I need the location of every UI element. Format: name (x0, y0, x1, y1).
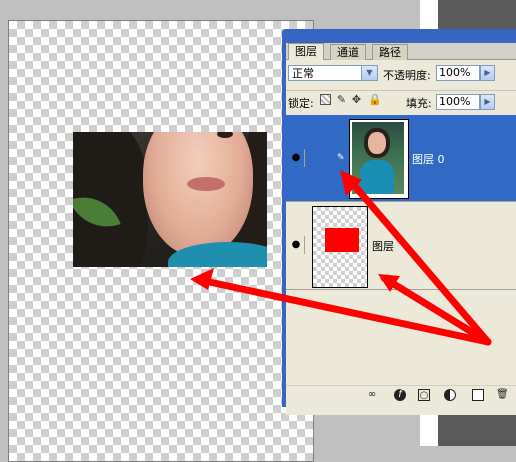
layers-panel-bottom-bar: ∞ f ○ 🗑 (286, 385, 516, 404)
add-style-icon[interactable]: f (394, 389, 406, 401)
blend-row: 正常 ▼ 不透明度: 100% ▶ (286, 63, 516, 83)
delete-layer-icon[interactable]: 🗑 (496, 389, 509, 401)
panel-tabs: 图层 通道 路径 (286, 43, 516, 60)
tab-paths[interactable]: 路径 (372, 44, 408, 60)
layer-list: ● ✎ 图层 0 ● 图层 (286, 115, 516, 415)
chevron-down-icon[interactable]: ▼ (361, 66, 377, 80)
layers-panel: 图层 通道 路径 正常 ▼ 不透明度: 100% ▶ 锁定: ✎ ✥ 🔒 填充:… (282, 29, 516, 415)
brush-icon: ✎ (337, 153, 345, 163)
fill-label: 填充: (406, 97, 432, 110)
eye-icon[interactable]: ● (288, 236, 305, 254)
tab-channels[interactable]: 通道 (330, 44, 366, 60)
fill-slider-button[interactable]: ▶ (480, 94, 495, 110)
lock-image-icon[interactable]: ✎ (336, 94, 347, 105)
opacity-field[interactable]: 100% (436, 65, 480, 81)
lock-transparent-icon[interactable] (320, 94, 331, 105)
lock-position-icon[interactable]: ✥ (351, 94, 362, 105)
red-shape-thumbnail (325, 228, 359, 252)
layer-thumbnail (312, 206, 368, 288)
opacity-label: 不透明度: (383, 69, 431, 82)
eye-icon[interactable]: ● (288, 149, 305, 167)
add-mask-icon[interactable]: ○ (418, 389, 430, 401)
lock-all-icon[interactable]: 🔒 (368, 94, 382, 105)
adjustment-layer-icon[interactable] (444, 389, 456, 401)
layer-name[interactable]: 图层 (372, 238, 394, 254)
lock-row: 锁定: ✎ ✥ 🔒 填充: 100% ▶ (286, 90, 516, 111)
layer-row-1[interactable]: ● 图层 (286, 202, 516, 290)
photo-layer-content (73, 132, 267, 267)
opacity-slider-button[interactable]: ▶ (480, 65, 495, 81)
layer-name[interactable]: 图层 0 (412, 151, 445, 167)
layers-panel-body: 图层 通道 路径 正常 ▼ 不透明度: 100% ▶ 锁定: ✎ ✥ 🔒 填充:… (286, 43, 516, 415)
blend-mode-select[interactable]: 正常 ▼ (288, 65, 378, 81)
lock-label: 锁定: (288, 97, 314, 110)
layer-thumbnail (349, 119, 409, 199)
fill-field[interactable]: 100% (436, 94, 480, 110)
link-layers-icon[interactable]: ∞ (366, 389, 378, 401)
new-layer-icon[interactable] (472, 389, 484, 401)
layer-row-0[interactable]: ● ✎ 图层 0 (286, 115, 516, 202)
tab-layers[interactable]: 图层 (288, 43, 324, 60)
